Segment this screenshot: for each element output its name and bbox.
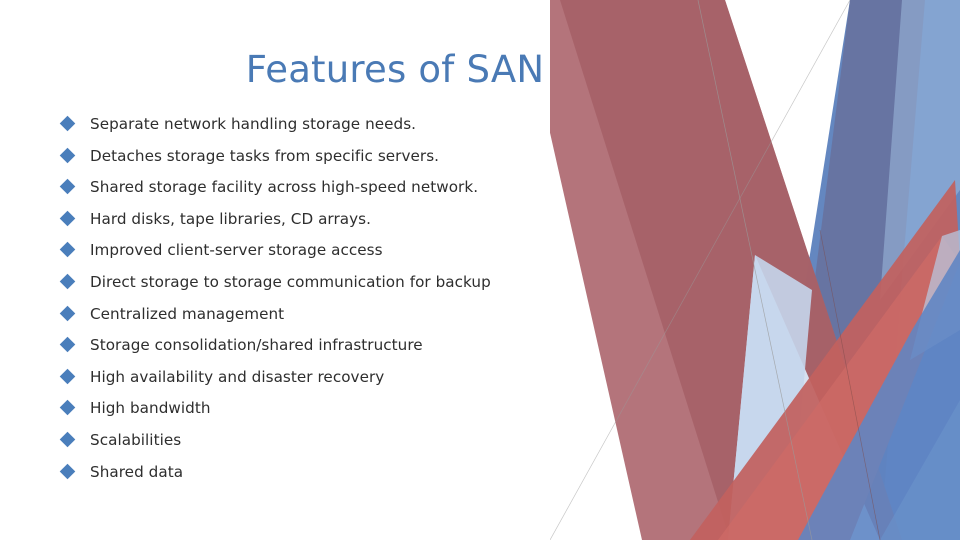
diamond-bullet-icon	[59, 210, 76, 227]
list-item-label: Improved client-server storage access	[90, 241, 383, 260]
list-item-label: Separate network handling storage needs.	[90, 115, 417, 133]
diamond-bullet-icon	[59, 178, 76, 195]
list-item: Shared data	[59, 460, 592, 492]
list-item-label: High availability and disaster recovery	[90, 367, 385, 386]
list-item: Shared storage facility across high-spee…	[59, 175, 592, 207]
shape-grey-blue-sliver	[910, 230, 960, 360]
list-item: Centralized management	[59, 302, 592, 334]
shape-slate-wedge	[782, 0, 925, 540]
list-item-label: Shared storage facility across high-spee…	[90, 178, 479, 197]
slide-canvas: Features of SAN Separate network handlin…	[0, 0, 960, 540]
list-item-label: Storage consolidation/shared infrastruct…	[90, 336, 423, 355]
shape-pale-streak-upper	[880, 0, 960, 300]
list-item: Separate network handling storage needs.	[59, 112, 592, 144]
list-item-label: Shared data	[90, 462, 184, 481]
diamond-bullet-icon	[59, 400, 76, 416]
shape-red-ribbon	[690, 180, 960, 540]
shape-blue-overlay-lower	[798, 250, 960, 540]
shape-blue-facet-bottom	[880, 400, 960, 540]
list-item: Scalabilities	[59, 428, 592, 460]
list-item-label: Centralized management	[90, 304, 285, 323]
list-item: Detaches storage tasks from specific ser…	[59, 144, 592, 176]
list-item: High availability and disaster recovery	[59, 365, 592, 397]
diamond-bullet-icon	[59, 242, 76, 258]
shape-red-highlight	[718, 236, 960, 540]
list-item-label: Hard disks, tape libraries, CD arrays.	[90, 209, 371, 228]
shape-pale-blue-triangle	[728, 255, 880, 540]
list-item: High bandwidth	[59, 396, 592, 428]
diamond-bullet-icon	[59, 463, 76, 479]
diamond-bullet-icon	[59, 147, 76, 163]
slide-title: Features of SAN	[245, 48, 545, 91]
list-item: Direct storage to storage communication …	[59, 270, 592, 302]
list-item: Hard disks, tape libraries, CD arrays.	[59, 207, 592, 239]
shape-pale-blue-facet	[728, 255, 812, 540]
list-item: Improved client-server storage access	[59, 238, 592, 270]
bullet-list: Separate network handling storage needs.…	[59, 112, 592, 492]
diamond-bullet-icon	[59, 368, 76, 385]
diamond-bullet-icon	[59, 115, 76, 132]
diamond-bullet-icon	[59, 336, 76, 353]
list-item-label: Scalabilities	[90, 430, 182, 449]
list-item-label: Direct storage to storage communication …	[90, 272, 491, 291]
diamond-bullet-icon	[59, 305, 76, 321]
list-item-label: High bandwidth	[90, 399, 211, 418]
shape-blue-field	[765, 0, 960, 540]
list-item: Storage consolidation/shared infrastruct…	[59, 333, 592, 365]
diamond-bullet-icon	[59, 273, 76, 290]
list-item-label: Detaches storage tasks from specific ser…	[90, 146, 440, 165]
diamond-bullet-icon	[59, 431, 76, 448]
hairline-lower	[819, 229, 881, 540]
